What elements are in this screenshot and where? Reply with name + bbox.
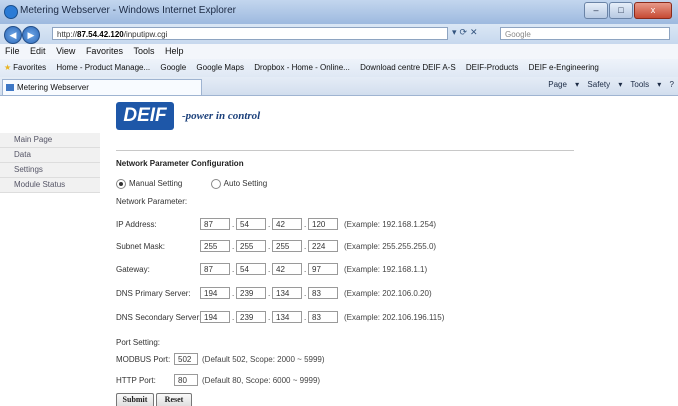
logo-brand: DEIF (116, 102, 174, 130)
menu-view[interactable]: View (56, 44, 75, 59)
dns-secondary-example: (Example: 202.106.196.115) (344, 313, 445, 322)
dns1-octet-2[interactable]: 239 (236, 287, 266, 299)
search-placeholder: Google (505, 30, 531, 39)
sidebar: Main Page Data Settings Module Status (0, 133, 100, 193)
subnet-octet-1[interactable]: 255 (200, 240, 230, 252)
subnet-octet-2[interactable]: 255 (236, 240, 266, 252)
manual-radio-indicator (116, 179, 126, 189)
menu-favorites[interactable]: Favorites (86, 44, 123, 59)
menu-tools[interactable]: Tools (133, 44, 154, 59)
subnet-octet-3[interactable]: 255 (272, 240, 302, 252)
dns-primary-example: (Example: 202.106.0.20) (344, 289, 432, 298)
dns2-octet-3[interactable]: 134 (272, 311, 302, 323)
url-domain: 87.54.42.120 (77, 30, 124, 39)
fav-link-google-maps[interactable]: Google Maps (196, 59, 244, 77)
sidebar-item-data[interactable]: Data (0, 148, 100, 163)
address-bar-row: ◀ ▶ http://87.54.42.120/inputipw.cgi ▾⟳✕… (0, 24, 678, 44)
gateway-octet-4[interactable]: 97 (308, 263, 338, 275)
ip-address-label: IP Address: (116, 220, 157, 229)
dns2-octet-4[interactable]: 83 (308, 311, 338, 323)
dns-primary-label: DNS Primary Server: (116, 289, 191, 298)
deif-logo: DEIF -power in control (116, 102, 260, 130)
fav-link-product-manage[interactable]: Home - Product Manage... (56, 59, 150, 77)
sidebar-item-module-status[interactable]: Module Status (0, 178, 100, 193)
ip-octet-3[interactable]: 42 (272, 218, 302, 230)
menu-edit[interactable]: Edit (30, 44, 46, 59)
browser-window: Metering Webserver - Windows Internet Ex… (0, 0, 678, 406)
http-port-label: HTTP Port: (116, 376, 156, 385)
sidebar-item-settings[interactable]: Settings (0, 163, 100, 178)
gateway-example: (Example: 192.168.1.1) (344, 265, 428, 274)
subnet-mask-label: Subnet Mask: (116, 242, 165, 251)
back-icon[interactable]: ◀ (4, 26, 22, 44)
submit-button[interactable]: Submit (116, 393, 154, 406)
logo-tagline: -power in control (182, 110, 261, 122)
favorites-button[interactable]: Favorites (13, 59, 46, 77)
search-input[interactable]: Google (500, 27, 670, 40)
address-input[interactable]: http://87.54.42.120/inputipw.cgi (52, 27, 448, 40)
subnet-example: (Example: 255.255.255.0) (344, 242, 437, 251)
fav-link-google[interactable]: Google (160, 59, 186, 77)
close-button[interactable]: x (634, 2, 672, 19)
forward-icon[interactable]: ▶ (22, 26, 40, 44)
fav-link-deif-engineering[interactable]: DEIF e-Engineering (529, 59, 599, 77)
dns1-octet-4[interactable]: 83 (308, 287, 338, 299)
ip-octet-4[interactable]: 120 (308, 218, 338, 230)
dns2-octet-2[interactable]: 239 (236, 311, 266, 323)
http-port-note: (Default 80, Scope: 6000 ~ 9999) (202, 376, 321, 385)
address-action-icons[interactable]: ▾⟳✕ (452, 27, 481, 38)
ip-octet-2[interactable]: 54 (236, 218, 266, 230)
dns1-octet-1[interactable]: 194 (200, 287, 230, 299)
dns2-octet-1[interactable]: 194 (200, 311, 230, 323)
modbus-port-note: (Default 502, Scope: 2000 ~ 5999) (202, 355, 325, 364)
tab-label: Metering Webserver (17, 83, 89, 92)
port-setting-label: Port Setting: (116, 338, 161, 347)
http-port-input[interactable]: 80 (174, 374, 198, 386)
subnet-octet-4[interactable]: 224 (308, 240, 338, 252)
manual-setting-radio[interactable]: Manual Setting (116, 179, 183, 189)
gateway-octet-3[interactable]: 42 (272, 263, 302, 275)
auto-setting-label: Auto Setting (223, 179, 268, 189)
menu-help[interactable]: Help (165, 44, 184, 59)
tab-row: Metering Webserver Page ▾ Safety ▾ Tools… (0, 77, 678, 95)
auto-setting-radio[interactable]: Auto Setting (210, 179, 268, 189)
form-heading: Network Parameter Configuration (116, 159, 244, 168)
page-content: DEIF -power in control Main Page Data Set… (0, 95, 678, 406)
gateway-label: Gateway: (116, 265, 150, 274)
fav-link-download-centre[interactable]: Download centre DEIF A-S (360, 59, 456, 77)
reset-button[interactable]: Reset (156, 393, 192, 406)
fav-link-dropbox[interactable]: Dropbox - Home - Online... (254, 59, 350, 77)
ip-example: (Example: 192.168.1.254) (344, 220, 437, 229)
modbus-port-input[interactable]: 502 (174, 353, 198, 365)
maximize-button[interactable]: □ (609, 2, 633, 19)
gateway-octet-1[interactable]: 87 (200, 263, 230, 275)
ip-octet-1[interactable]: 87 (200, 218, 230, 230)
mode-radios: Manual Setting Auto Setting (116, 179, 267, 189)
dns1-octet-3[interactable]: 134 (272, 287, 302, 299)
ie-icon (4, 5, 18, 19)
url-prefix: http:// (57, 30, 78, 39)
page-icon (6, 84, 14, 91)
minimize-button[interactable]: – (584, 2, 608, 19)
modbus-port-label: MODBUS Port: (116, 355, 171, 364)
dns-secondary-label: DNS Secondary Server: (116, 313, 202, 322)
favorites-bar: ★ Favorites Home - Product Manage... Goog… (0, 59, 678, 77)
divider (116, 150, 574, 151)
gateway-octet-2[interactable]: 54 (236, 263, 266, 275)
network-parameter-label: Network Parameter: (116, 197, 188, 206)
title-bar: Metering Webserver - Windows Internet Ex… (0, 0, 678, 24)
menu-file[interactable]: File (5, 44, 20, 59)
command-bar[interactable]: Page ▾ Safety ▾ Tools ▾ ? (548, 80, 674, 89)
sidebar-item-main-page[interactable]: Main Page (0, 133, 100, 148)
fav-link-deif-products[interactable]: DEIF-Products (466, 59, 518, 77)
url-path: /inputipw.cgi (123, 30, 168, 39)
tab-metering-webserver[interactable]: Metering Webserver (2, 79, 202, 95)
menu-bar: File Edit View Favorites Tools Help (0, 44, 678, 59)
manual-setting-label: Manual Setting (129, 179, 183, 189)
favorites-star-icon: ★ (4, 63, 12, 72)
window-title: Metering Webserver - Windows Internet Ex… (20, 5, 237, 16)
auto-radio-indicator (210, 179, 221, 189)
